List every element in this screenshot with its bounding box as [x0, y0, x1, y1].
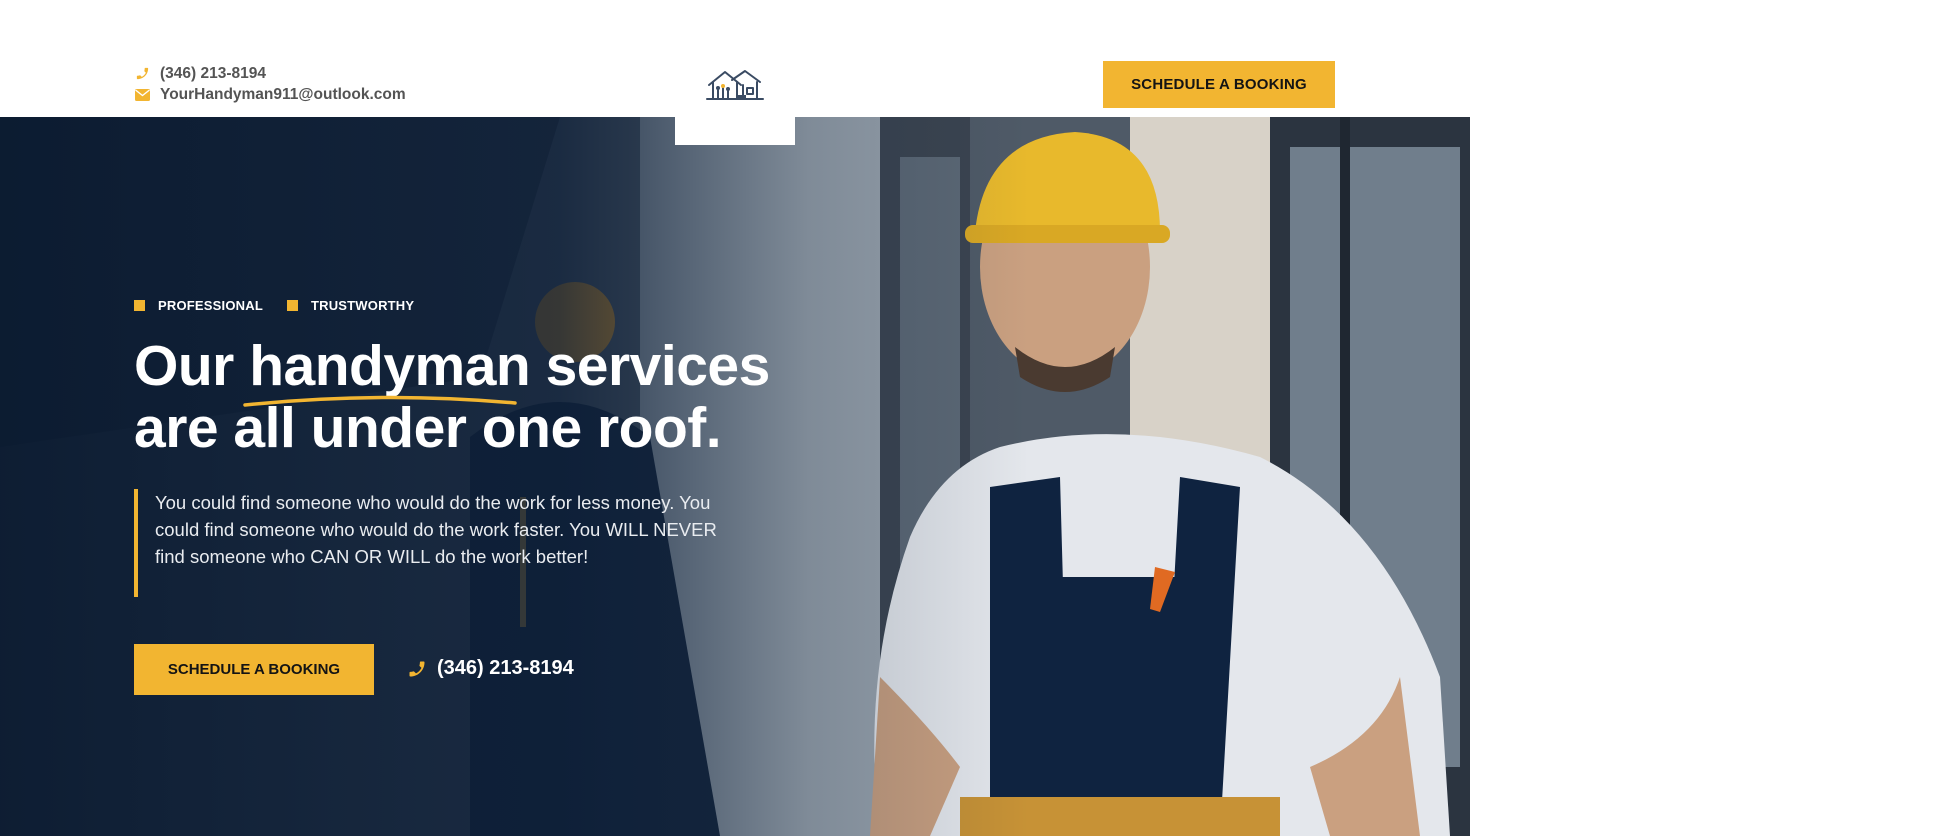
hero-description: You could find someone who would do the … — [134, 489, 724, 597]
header-phone-text: (346) 213-8194 — [160, 64, 266, 82]
house-tools-logo-icon — [706, 70, 764, 100]
phone-icon — [134, 66, 150, 82]
tag-trustworthy: TRUSTWORTHY — [286, 298, 414, 313]
hero-background-photo — [0, 117, 1470, 836]
square-bullet-icon — [134, 300, 145, 311]
envelope-icon — [134, 87, 150, 103]
headline-highlight: handyman — [243, 335, 531, 407]
hero-schedule-booking-button[interactable]: SCHEDULE A BOOKING — [134, 644, 374, 695]
header-email-link[interactable]: YourHandyman911@outlook.com — [134, 84, 406, 105]
hero-tags: PROFESSIONAL TRUSTWORTHY — [134, 298, 438, 313]
header-contact: (346) 213-8194 YourHandyman911@outlook.c… — [134, 63, 406, 105]
tag-professional: PROFESSIONAL — [134, 298, 263, 313]
hero-headline: Our handyman services are all under one … — [134, 334, 770, 460]
hero-phone-link[interactable]: (346) 213-8194 — [407, 657, 574, 680]
square-bullet-icon — [286, 300, 298, 311]
site-header: (346) 213-8194 YourHandyman911@outlook.c… — [0, 0, 1470, 145]
header-phone-link[interactable]: (346) 213-8194 — [134, 63, 406, 84]
site-logo[interactable] — [675, 48, 795, 145]
header-email-text: YourHandyman911@outlook.com — [160, 85, 406, 103]
hero-section: PROFESSIONAL TRUSTWORTHY Our handyman se… — [0, 117, 1470, 836]
underline-swash-icon — [243, 395, 517, 407]
header-schedule-booking-button[interactable]: SCHEDULE A BOOKING — [1103, 61, 1335, 108]
phone-icon — [407, 659, 427, 679]
